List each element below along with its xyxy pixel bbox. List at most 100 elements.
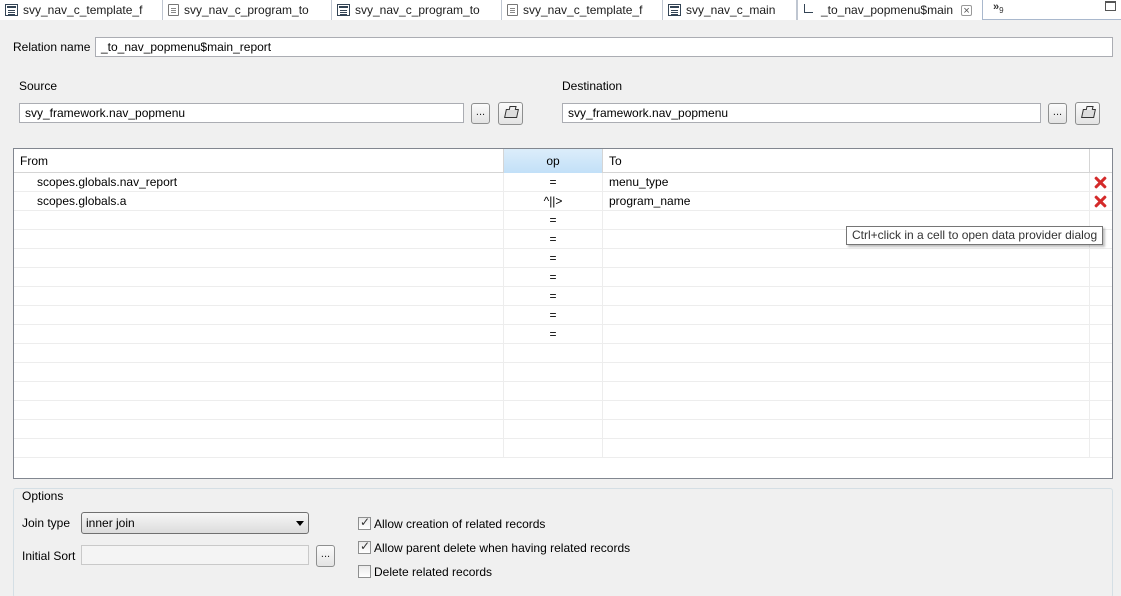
from-cell[interactable]: [14, 287, 504, 306]
from-cell[interactable]: [14, 382, 504, 401]
relation-name-input[interactable]: _to_nav_popmenu$main_report: [95, 37, 1113, 57]
table-row[interactable]: [14, 382, 1112, 401]
tab-label: svy_nav_c_program_to: [355, 3, 480, 17]
from-cell[interactable]: [14, 344, 504, 363]
tab-svy-nav-c-program-to-js[interactable]: svy_nav_c_program_to: [163, 0, 332, 20]
relation-items-table: From op To scopes.globals.nav_report = men…: [13, 148, 1113, 479]
table-row[interactable]: =: [14, 287, 1112, 306]
tab-svy-nav-c-program-to[interactable]: svy_nav_c_program_to: [332, 0, 502, 20]
to-cell[interactable]: [603, 325, 1090, 344]
op-cell[interactable]: =: [504, 249, 603, 268]
to-cell[interactable]: [603, 363, 1090, 382]
table-row[interactable]: [14, 401, 1112, 420]
from-cell[interactable]: [14, 268, 504, 287]
delete-related-checkbox[interactable]: [358, 565, 371, 578]
from-cell[interactable]: [14, 363, 504, 382]
destination-browse-button[interactable]: ...: [1048, 103, 1067, 124]
close-icon[interactable]: ×: [961, 4, 973, 16]
table-row[interactable]: [14, 439, 1112, 458]
initial-sort-browse-button[interactable]: ...: [316, 545, 335, 567]
table-row[interactable]: [14, 363, 1112, 382]
file-icon: [168, 4, 179, 16]
destination-open-table-button[interactable]: [1075, 102, 1100, 125]
column-header-op[interactable]: op: [504, 149, 603, 173]
file-icon: [507, 4, 518, 16]
tab-label: svy_nav_c_main: [686, 3, 776, 17]
table-row[interactable]: [14, 344, 1112, 363]
source-browse-button[interactable]: ...: [471, 103, 490, 124]
table-row[interactable]: =: [14, 268, 1112, 287]
column-header-to[interactable]: To: [603, 149, 1090, 173]
op-cell[interactable]: ^||>: [504, 192, 603, 211]
destination-label: Destination: [562, 79, 623, 93]
delete-cell: [1090, 306, 1112, 325]
tab-overflow-button[interactable]: »9: [993, 1, 1004, 15]
from-cell[interactable]: [14, 401, 504, 420]
op-cell[interactable]: [504, 382, 603, 401]
op-cell[interactable]: =: [504, 306, 603, 325]
overflow-count: 9: [999, 6, 1004, 16]
op-cell[interactable]: =: [504, 287, 603, 306]
op-cell[interactable]: =: [504, 230, 603, 249]
to-cell[interactable]: [603, 287, 1090, 306]
allow-parent-delete-checkbox[interactable]: [358, 539, 371, 554]
to-cell[interactable]: menu_type: [603, 173, 1090, 192]
options-title: Options: [22, 489, 67, 503]
op-cell[interactable]: =: [504, 173, 603, 192]
to-cell[interactable]: [603, 401, 1090, 420]
from-cell[interactable]: [14, 230, 504, 249]
table-row[interactable]: scopes.globals.nav_report = menu_type: [14, 173, 1112, 192]
op-cell[interactable]: [504, 401, 603, 420]
source-input[interactable]: svy_framework.nav_popmenu: [19, 103, 464, 123]
table-row[interactable]: =: [14, 306, 1112, 325]
from-cell[interactable]: [14, 439, 504, 458]
editor-tab-bar: svy_nav_c_template_f svy_nav_c_program_t…: [0, 0, 1121, 20]
join-type-select[interactable]: inner join: [81, 512, 309, 534]
from-cell[interactable]: scopes.globals.a: [14, 192, 504, 211]
table-row[interactable]: scopes.globals.a ^||> program_name: [14, 192, 1112, 211]
tab-svy-nav-c-template-f-js[interactable]: svy_nav_c_template_f: [502, 0, 663, 20]
table-row[interactable]: =: [14, 249, 1112, 268]
from-cell[interactable]: [14, 306, 504, 325]
op-cell[interactable]: [504, 439, 603, 458]
op-cell[interactable]: =: [504, 325, 603, 344]
relation-icon: [803, 4, 816, 16]
to-cell[interactable]: program_name: [603, 192, 1090, 211]
delete-cell: [1090, 363, 1112, 382]
tab-svy-nav-c-template-f[interactable]: svy_nav_c_template_f: [0, 0, 163, 20]
delete-icon[interactable]: [1094, 176, 1107, 189]
form-icon: [5, 4, 18, 16]
tab-svy-nav-c-main[interactable]: svy_nav_c_main: [663, 0, 797, 20]
source-open-table-button[interactable]: [498, 102, 523, 125]
to-cell[interactable]: [603, 268, 1090, 287]
to-cell[interactable]: [603, 420, 1090, 439]
op-cell[interactable]: [504, 363, 603, 382]
join-type-label: Join type: [22, 516, 71, 530]
tab-to-nav-popmenu-main[interactable]: _to_nav_popmenu$main ×: [797, 0, 983, 20]
allow-creation-checkbox[interactable]: [358, 515, 371, 530]
op-cell[interactable]: [504, 344, 603, 363]
column-header-from[interactable]: From: [14, 149, 504, 173]
tab-label: svy_nav_c_template_f: [23, 3, 143, 17]
to-cell[interactable]: [603, 382, 1090, 401]
table-row[interactable]: [14, 420, 1112, 439]
from-cell[interactable]: scopes.globals.nav_report: [14, 173, 504, 192]
delete-icon[interactable]: [1094, 195, 1107, 208]
from-cell[interactable]: [14, 249, 504, 268]
initial-sort-input: [81, 545, 309, 565]
op-cell[interactable]: =: [504, 268, 603, 287]
maximize-icon[interactable]: [1105, 1, 1116, 11]
to-cell[interactable]: [603, 439, 1090, 458]
op-cell[interactable]: =: [504, 211, 603, 230]
op-cell[interactable]: [504, 420, 603, 439]
destination-input[interactable]: svy_framework.nav_popmenu: [562, 103, 1041, 123]
to-cell[interactable]: [603, 306, 1090, 325]
from-cell[interactable]: [14, 420, 504, 439]
relation-name-label: Relation name: [13, 40, 91, 54]
to-cell[interactable]: [603, 249, 1090, 268]
from-cell[interactable]: [14, 325, 504, 344]
from-cell[interactable]: [14, 211, 504, 230]
to-cell[interactable]: [603, 344, 1090, 363]
delete-cell: [1090, 420, 1112, 439]
table-row[interactable]: =: [14, 325, 1112, 344]
